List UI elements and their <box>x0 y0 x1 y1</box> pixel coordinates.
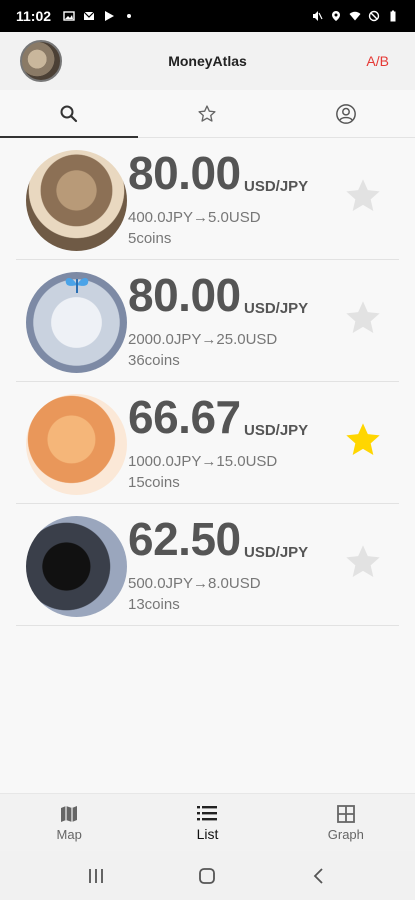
location-icon <box>332 11 340 21</box>
favorite-star-icon[interactable] <box>343 176 383 216</box>
conversion-text: 2000.0JPY→25.0USD <box>128 331 278 348</box>
conversion-text: 400.0JPY→5.0USD <box>128 209 261 226</box>
system-navigation <box>0 851 415 900</box>
cat-photo <box>26 150 127 251</box>
favorite-star-icon[interactable] <box>343 542 383 582</box>
rate-unit: USD/JPY <box>244 178 309 195</box>
account-icon <box>335 103 356 124</box>
conversion-text: 1000.0JPY→15.0USD <box>128 453 278 470</box>
dot-icon <box>127 14 132 18</box>
rate-unit: USD/JPY <box>244 544 309 561</box>
wifi-icon <box>349 11 361 21</box>
list-item[interactable]: 62.50 USD/JPY 500.0JPY→8.0USD 13coins <box>16 504 399 626</box>
cat-photo <box>26 272 127 373</box>
image-icon <box>63 11 75 21</box>
rate-value: 62.50 <box>128 513 241 565</box>
mail-icon <box>83 11 95 20</box>
list-item[interactable]: 66.67 USD/JPY 1000.0JPY→15.0USD 15coins <box>16 382 399 504</box>
back-icon[interactable] <box>309 866 329 886</box>
nav-graph[interactable]: Graph <box>277 794 415 851</box>
bottom-navigation: Map List Graph <box>0 793 415 851</box>
rate-unit: USD/JPY <box>244 422 309 439</box>
coins-count: 15coins <box>128 474 180 491</box>
tab-search[interactable] <box>0 90 139 138</box>
butterfly-icon <box>65 278 89 293</box>
app-title: MoneyAtlas <box>168 53 247 69</box>
search-icon <box>60 105 78 122</box>
tab-bar <box>0 90 415 138</box>
map-icon <box>61 805 78 822</box>
nav-list-label: List <box>196 826 219 842</box>
home-icon[interactable] <box>197 866 217 886</box>
list-item[interactable]: 80.00 USD/JPY 2000.0JPY→25.0USD 36coins <box>16 260 399 382</box>
app-bar: MoneyAtlas A/B <box>0 32 415 90</box>
tab-favorites[interactable] <box>138 90 276 137</box>
play-icon <box>105 11 115 21</box>
tab-account[interactable] <box>277 90 415 137</box>
list-item[interactable]: 80.00 USD/JPY 400.0JPY→5.0USD 5coins <box>16 138 399 260</box>
no-signal-icon <box>368 10 380 22</box>
rate-value: 66.67 <box>128 391 241 443</box>
coins-count: 5coins <box>128 230 172 247</box>
rate-value: 80.00 <box>128 147 241 199</box>
ab-test-link[interactable]: A/B <box>366 53 389 69</box>
conversion-text: 500.0JPY→8.0USD <box>128 575 261 592</box>
mute-icon <box>313 11 323 21</box>
nav-list[interactable]: List <box>138 794 276 851</box>
status-bar: 11:02 <box>0 0 415 32</box>
recent-apps-icon[interactable] <box>86 867 106 885</box>
list-icon <box>197 806 218 821</box>
nav-map[interactable]: Map <box>0 794 138 851</box>
nav-map-label: Map <box>56 826 82 842</box>
star-outline-icon <box>198 104 217 122</box>
nav-graph-label: Graph <box>327 826 364 842</box>
cat-photo <box>26 394 127 495</box>
coins-count: 36coins <box>128 352 180 369</box>
grid-icon <box>336 804 355 823</box>
cat-photo <box>26 516 127 617</box>
status-time: 11:02 <box>16 8 52 24</box>
coins-count: 13coins <box>128 596 180 613</box>
favorite-star-icon[interactable] <box>343 298 383 338</box>
rate-value: 80.00 <box>128 269 241 321</box>
battery-icon <box>390 10 396 22</box>
rate-list: 80.00 USD/JPY 400.0JPY→5.0USD 5coins 80.… <box>0 138 415 626</box>
favorite-star-icon[interactable] <box>343 420 383 460</box>
rate-unit: USD/JPY <box>244 300 309 317</box>
